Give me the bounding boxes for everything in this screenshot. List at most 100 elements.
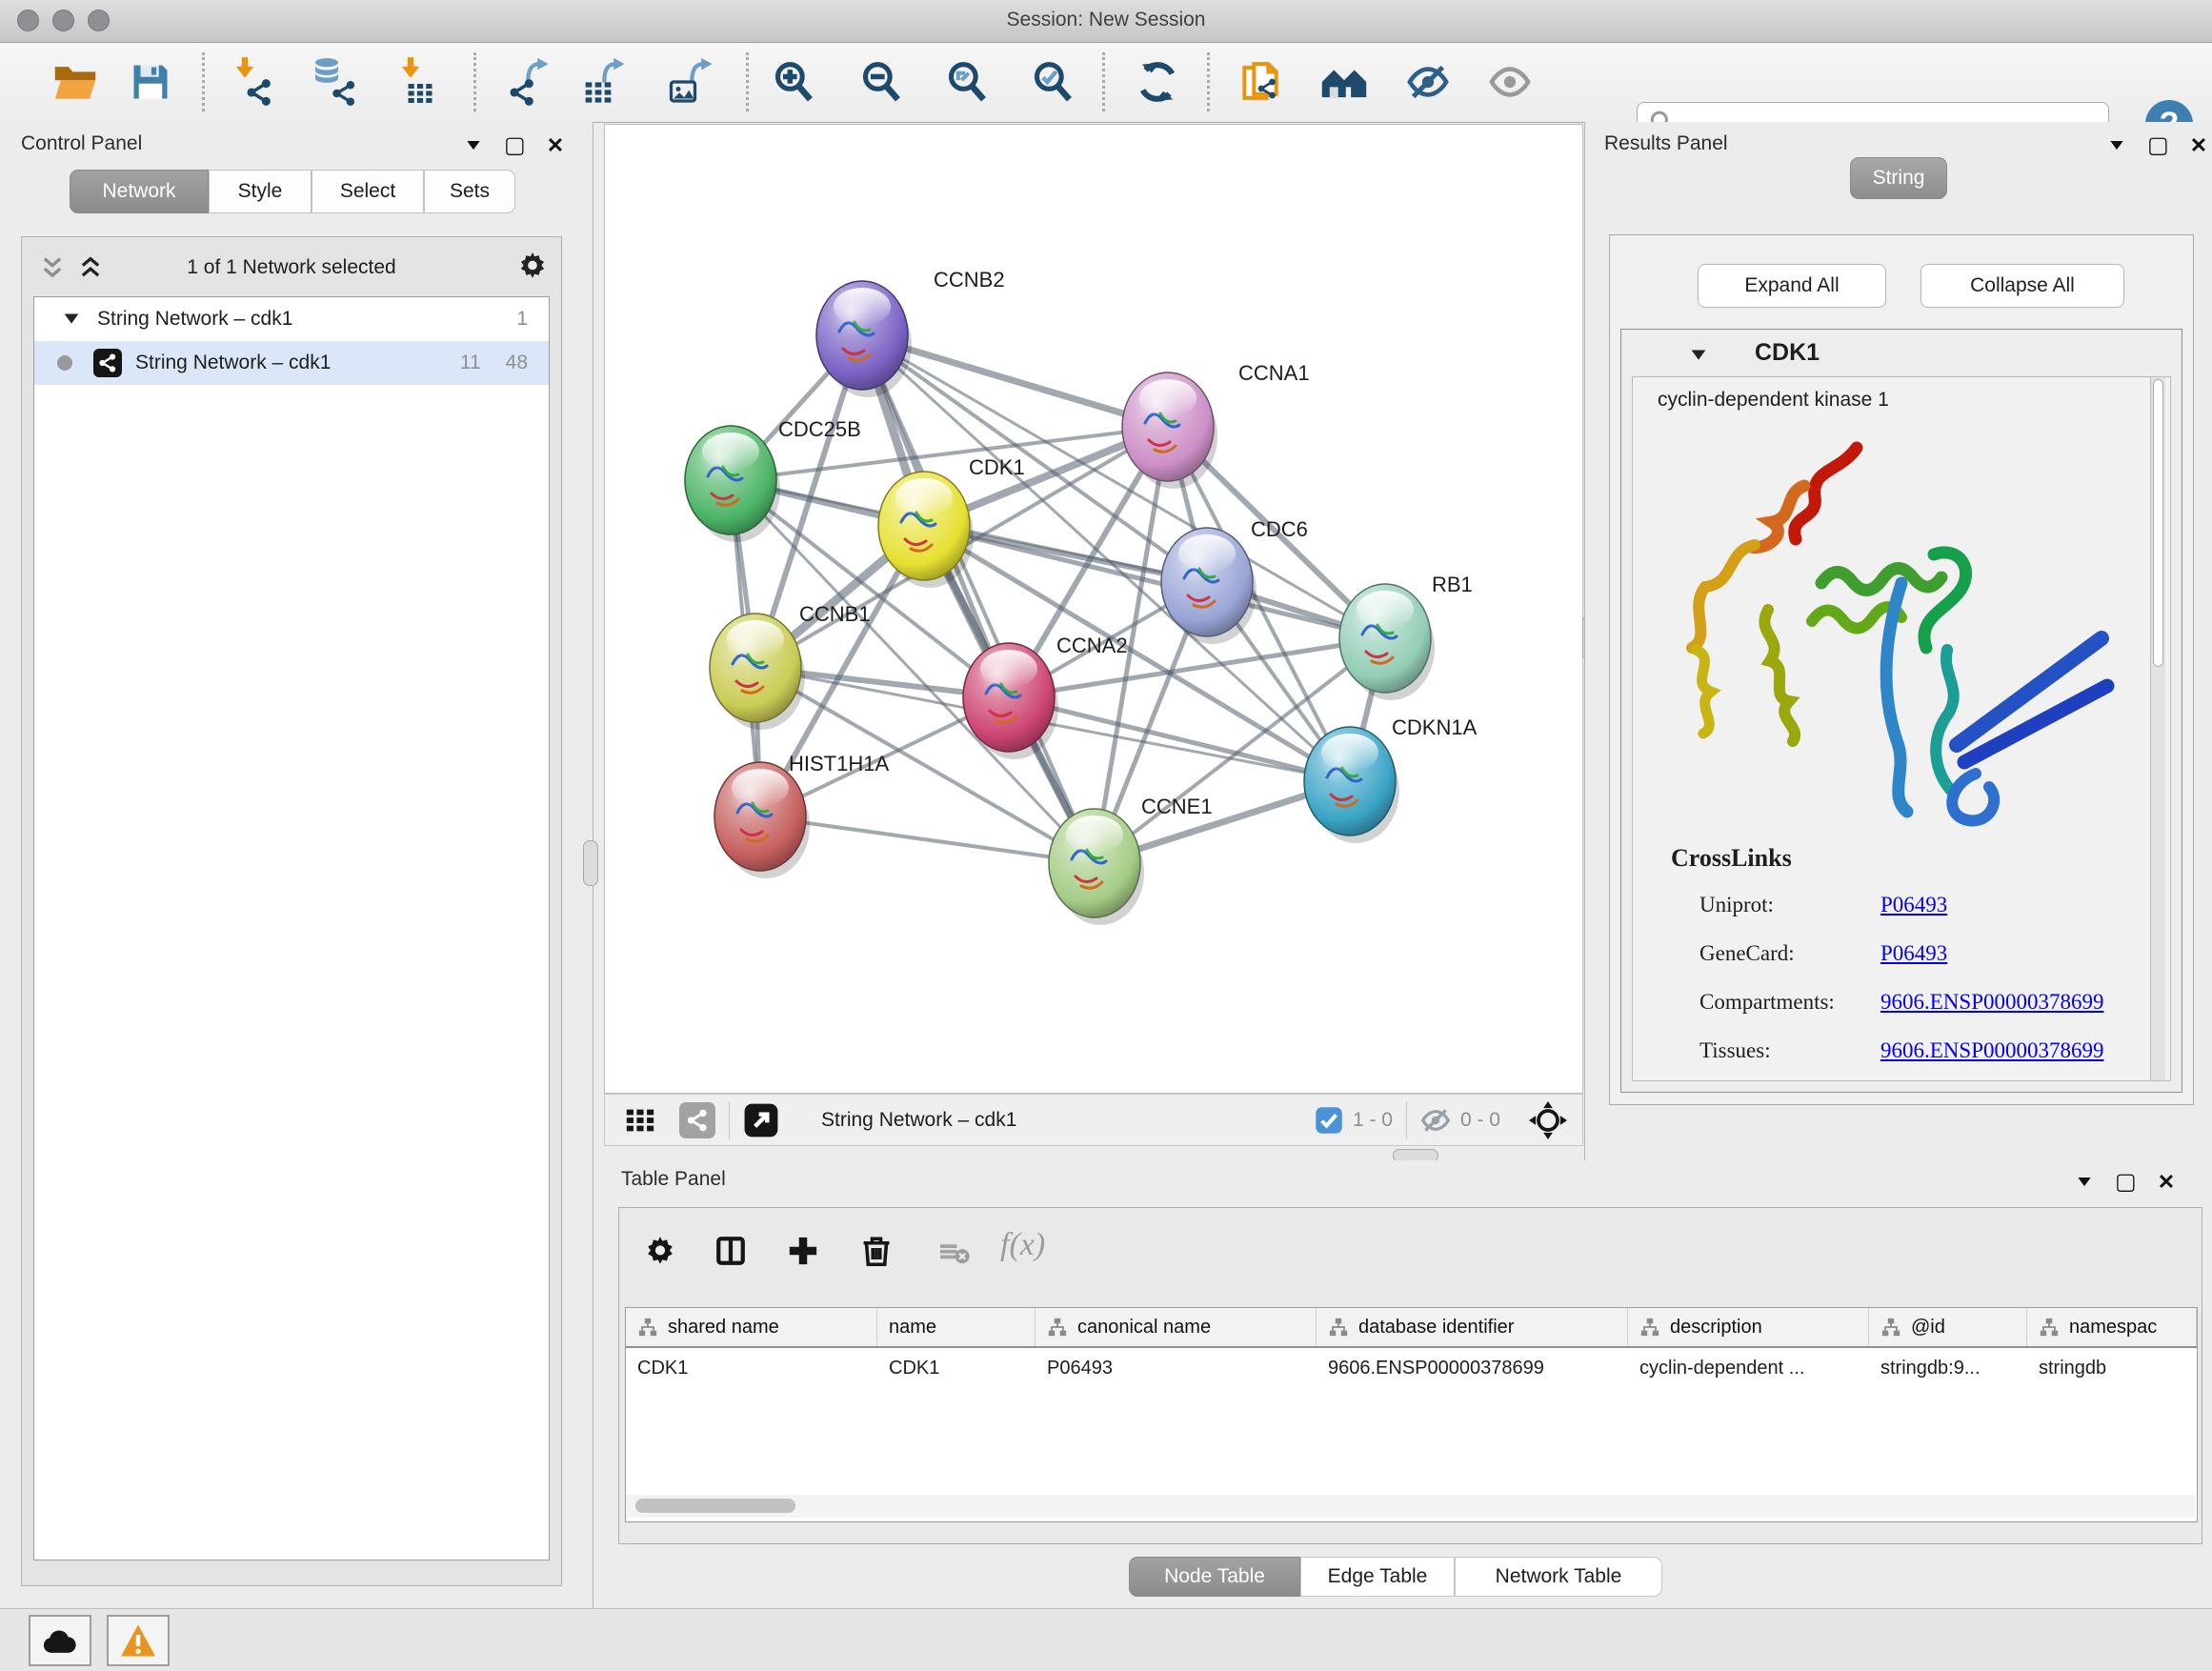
hide-selected-button[interactable] bbox=[1402, 56, 1454, 108]
fit-content-crosshair-icon[interactable] bbox=[1529, 1101, 1567, 1139]
panel-close-icon[interactable]: ✕ bbox=[547, 133, 564, 158]
table-options-gear-icon[interactable] bbox=[644, 1235, 676, 1267]
panel-close-icon[interactable]: ✕ bbox=[2158, 1170, 2175, 1195]
show-hidden-button[interactable] bbox=[1484, 56, 1536, 108]
network-collection-row[interactable]: String Network – cdk1 1 bbox=[34, 297, 549, 341]
network-node-rb1[interactable]: RB1 bbox=[1339, 573, 1473, 700]
panel-float-icon[interactable]: ▢ bbox=[504, 131, 526, 159]
tab-edge-table[interactable]: Edge Table bbox=[1300, 1557, 1455, 1597]
column-header[interactable]: name bbox=[877, 1308, 1036, 1346]
table-cell[interactable]: P06493 bbox=[1036, 1348, 1317, 1388]
zoom-selected-button[interactable] bbox=[1027, 56, 1078, 108]
expand-all-button[interactable]: Expand All bbox=[1698, 264, 1886, 308]
save-session-button[interactable] bbox=[125, 56, 176, 108]
crosslink-value-link[interactable]: P06493 bbox=[1880, 893, 1947, 917]
tab-network[interactable]: Network bbox=[70, 170, 209, 213]
open-session-button[interactable] bbox=[50, 56, 101, 108]
shared-column-icon bbox=[1328, 1317, 1349, 1338]
section-collapse-icon[interactable] bbox=[1688, 345, 1709, 366]
tab-select[interactable]: Select bbox=[312, 170, 424, 213]
add-column-icon[interactable] bbox=[787, 1235, 819, 1267]
clone-network-button[interactable] bbox=[1235, 56, 1286, 108]
network-edge-count: 48 bbox=[506, 352, 528, 374]
network-view-title: String Network – cdk1 bbox=[821, 1109, 1016, 1132]
collapse-all-button[interactable]: Collapse All bbox=[1920, 264, 2124, 308]
network-canvas[interactable]: CCNB2CCNA1CDC25BCDK1CDC6RB1CCNB1CCNA2CDK… bbox=[604, 124, 1583, 1094]
network-row[interactable]: String Network – cdk1 11 48 bbox=[34, 341, 549, 385]
network-node-hist1h1a[interactable]: HIST1H1A bbox=[714, 752, 889, 878]
column-header[interactable]: canonical name bbox=[1036, 1308, 1317, 1346]
panel-menu-icon[interactable] bbox=[464, 136, 483, 155]
table-hscrollbar-thumb[interactable] bbox=[635, 1499, 795, 1513]
crosslink-value-link[interactable]: 9606.ENSP00000378699 bbox=[1880, 1038, 2104, 1063]
export-image-button[interactable] bbox=[665, 56, 716, 108]
table-cell[interactable]: stringdb bbox=[2027, 1348, 2197, 1388]
import-table-file-button[interactable] bbox=[389, 56, 440, 108]
network-share-icon[interactable] bbox=[679, 1102, 715, 1138]
zoom-in-button[interactable] bbox=[768, 56, 819, 108]
tab-string[interactable]: String bbox=[1850, 157, 1947, 199]
function-builder-icon[interactable]: f(x) bbox=[1000, 1227, 1045, 1263]
network-graph[interactable]: CCNB2CCNA1CDC25BCDK1CDC6RB1CCNB1CCNA2CDK… bbox=[605, 125, 1582, 1093]
network-edge[interactable] bbox=[862, 335, 1095, 863]
node-result-section: CDK1 cyclin-dependent kinase 1 bbox=[1620, 329, 2182, 1093]
network-edge[interactable] bbox=[760, 816, 1095, 863]
column-header[interactable]: description bbox=[1628, 1308, 1869, 1346]
selected-checkbox-icon[interactable] bbox=[1315, 1106, 1343, 1135]
show-all-windows-button[interactable] bbox=[1318, 56, 1370, 108]
column-header[interactable]: @id bbox=[1869, 1308, 2027, 1346]
show-columns-icon[interactable] bbox=[714, 1235, 747, 1267]
column-header[interactable]: shared name bbox=[626, 1308, 877, 1346]
cloud-status-button[interactable] bbox=[29, 1615, 91, 1666]
delete-column-icon[interactable] bbox=[859, 1233, 894, 1269]
table-header-row: shared namenamecanonical namedatabase id… bbox=[626, 1308, 2197, 1348]
node-description: cyclin-dependent kinase 1 bbox=[1658, 389, 1889, 412]
table-hscrollbar-track[interactable] bbox=[626, 1495, 2195, 1518]
warnings-button[interactable] bbox=[107, 1615, 170, 1666]
tab-node-table[interactable]: Node Table bbox=[1129, 1557, 1300, 1597]
table-cell[interactable]: stringdb:9... bbox=[1869, 1348, 2027, 1388]
birdseye-grid-icon[interactable] bbox=[622, 1104, 658, 1137]
results-scrollbar-thumb[interactable] bbox=[2153, 379, 2163, 667]
crosslink-row: Pharos:P06493 bbox=[1699, 1075, 2147, 1081]
table-cell[interactable]: cyclin-dependent ... bbox=[1628, 1348, 1869, 1388]
panel-close-icon[interactable]: ✕ bbox=[2190, 133, 2207, 158]
tab-style[interactable]: Style bbox=[209, 170, 312, 213]
collection-expand-icon[interactable] bbox=[61, 309, 82, 330]
results-scrollbar-track[interactable] bbox=[2150, 377, 2165, 1080]
panel-float-icon[interactable]: ▢ bbox=[2115, 1168, 2137, 1196]
panel-menu-icon[interactable] bbox=[2107, 136, 2126, 155]
network-options-gear-icon[interactable] bbox=[517, 251, 548, 281]
detach-view-icon[interactable] bbox=[743, 1102, 779, 1138]
column-header[interactable]: namespac bbox=[2027, 1308, 2197, 1346]
crosslink-value-link[interactable]: 9606.ENSP00000378699 bbox=[1880, 990, 2104, 1015]
network-node-cdkn1a[interactable]: CDKN1A bbox=[1304, 715, 1478, 843]
panel-menu-icon[interactable] bbox=[2075, 1173, 2094, 1192]
refresh-layout-button[interactable] bbox=[1132, 56, 1183, 108]
network-node-ccna2[interactable]: CCNA2 bbox=[963, 634, 1128, 759]
title-bar: Session: New Session bbox=[0, 0, 2212, 43]
table-cell[interactable]: CDK1 bbox=[626, 1348, 877, 1388]
column-header[interactable]: database identifier bbox=[1317, 1308, 1628, 1346]
table-cell[interactable]: 9606.ENSP00000378699 bbox=[1317, 1348, 1628, 1388]
export-network-button[interactable] bbox=[503, 56, 554, 108]
crosslink-value-link[interactable]: P06493 bbox=[1880, 941, 1947, 966]
crosslink-row: Uniprot:P06493 bbox=[1699, 880, 2147, 929]
import-network-file-button[interactable] bbox=[227, 56, 278, 108]
export-table-button[interactable] bbox=[579, 56, 631, 108]
left-splitter-handle[interactable] bbox=[583, 840, 598, 886]
import-network-database-button[interactable] bbox=[307, 56, 358, 108]
table-cell[interactable]: CDK1 bbox=[877, 1348, 1036, 1388]
crosslink-row: Compartments:9606.ENSP00000378699 bbox=[1699, 977, 2147, 1026]
network-node-ccne1[interactable]: CCNE1 bbox=[1049, 795, 1213, 925]
zoom-fit-button[interactable] bbox=[941, 56, 993, 108]
delete-table-icon[interactable] bbox=[937, 1238, 972, 1267]
warning-icon bbox=[121, 1624, 155, 1657]
hidden-eye-icon[interactable] bbox=[1420, 1105, 1451, 1136]
zoom-out-button[interactable] bbox=[855, 56, 907, 108]
tab-sets[interactable]: Sets bbox=[424, 170, 515, 213]
panel-float-icon[interactable]: ▢ bbox=[2147, 131, 2169, 159]
shared-column-icon bbox=[1880, 1317, 1901, 1338]
table-row[interactable]: CDK1CDK1P064939606.ENSP00000378699cyclin… bbox=[626, 1348, 2197, 1388]
tab-network-table[interactable]: Network Table bbox=[1455, 1557, 1662, 1597]
